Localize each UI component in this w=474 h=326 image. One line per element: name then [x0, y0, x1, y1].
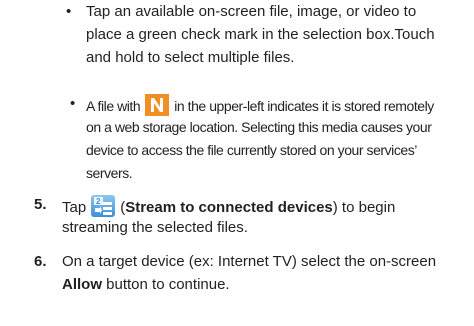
bullet-marker: •: [70, 95, 76, 112]
step6-line2: Allow button to continue.: [62, 275, 230, 295]
svg-text:2: 2: [96, 197, 101, 206]
step6-bold-label: Allow: [62, 276, 102, 293]
bullet2-line2: on a web storage location. Selecting thi…: [86, 119, 432, 135]
bullet-item-select-files: • Tap an available on-screen file, image…: [0, 0, 474, 70]
step5-line1: Tap 2 (Stream to connected devices) to beg…: [62, 195, 395, 218]
stream-to-devices-icon: 2: [91, 195, 116, 217]
bullet2-line4: servers.: [86, 165, 133, 181]
bullet1-line3: and hold to select multiple files.: [86, 49, 295, 66]
step-6: 6. On a target device (ex: Internet TV) …: [0, 252, 474, 322]
bullet2-line1: A file with in the upper-left indicates i…: [86, 94, 434, 116]
step5-pre: Tap: [62, 199, 87, 216]
bullet-marker: •: [66, 3, 72, 20]
step-5: 5. Tap 2 (Stream to connected devices) to …: [0, 190, 474, 240]
bullet2-line3: device to access the file currently stor…: [86, 142, 417, 158]
bullet1-line2: place a green check mark in the selectio…: [86, 26, 435, 43]
step-number: 6.: [34, 253, 47, 270]
bullet-item-remote-file: • A file with in the upper-left indicates…: [0, 76, 474, 181]
step5-bold-label: Stream to connected devices: [125, 199, 333, 216]
step6-line2-post: button to continue.: [102, 276, 230, 293]
bullet2-line1-pre: A file with: [86, 98, 141, 114]
bullet1-line1: Tap an available on-screen file, image, …: [86, 3, 417, 20]
step5-line2: streaming the selected files.: [62, 219, 248, 236]
bullet2-line1-post: in the upper-left indicates it is stored…: [174, 98, 434, 114]
step6-line1: On a target device (ex: Internet TV) sel…: [62, 253, 437, 270]
step-number: 5.: [34, 196, 47, 213]
n-icon: [145, 94, 170, 116]
step5-post: ) to begin: [332, 199, 396, 216]
